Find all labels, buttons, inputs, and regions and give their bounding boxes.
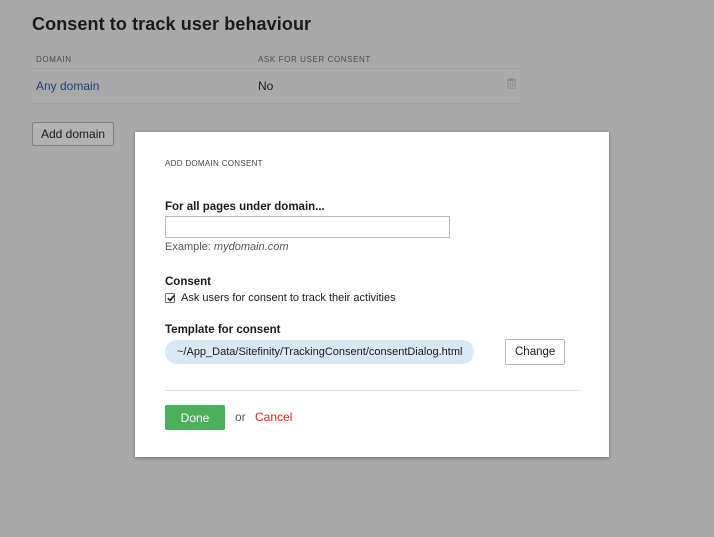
divider [165,390,580,391]
domain-example: Example: mydomain.com [165,241,289,253]
cancel-link[interactable]: Cancel [255,410,292,424]
example-prefix: Example: [165,241,211,253]
table-header: DOMAIN ASK FOR USER CONSENT [32,50,520,69]
example-value: mydomain.com [213,241,289,253]
domain-input[interactable] [165,216,450,238]
column-header-ask-consent: ASK FOR USER CONSENT [258,54,371,64]
template-label: Template for consent [165,324,281,336]
consent-label: Consent [165,276,211,288]
table-row: Any domain No [32,69,520,104]
consent-checkbox[interactable] [165,293,176,303]
ask-consent-value: No [258,79,274,93]
trash-icon[interactable] [507,78,516,90]
domain-field-label: For all pages under domain... [165,201,325,213]
consent-checkbox-row[interactable]: Ask users for consent to track their act… [165,292,396,304]
checkmark-icon [167,294,176,302]
column-header-domain: DOMAIN [36,54,72,64]
domain-link[interactable]: Any domain [32,79,258,93]
page-title: Consent to track user behaviour [32,14,312,34]
dialog-title: ADD DOMAIN CONSENT [165,159,263,168]
domain-table: DOMAIN ASK FOR USER CONSENT Any domain N… [32,50,520,104]
consent-checkbox-label: Ask users for consent to track their act… [181,292,396,304]
or-text: or [235,410,246,424]
add-domain-consent-dialog: ADD DOMAIN CONSENT For all pages under d… [135,132,609,457]
change-template-button[interactable]: Change [505,339,566,365]
template-path: ~/App_Data/Sitefinity/TrackingConsent/co… [165,340,475,364]
done-button[interactable]: Done [165,405,225,430]
add-domain-button[interactable]: Add domain [32,122,115,146]
